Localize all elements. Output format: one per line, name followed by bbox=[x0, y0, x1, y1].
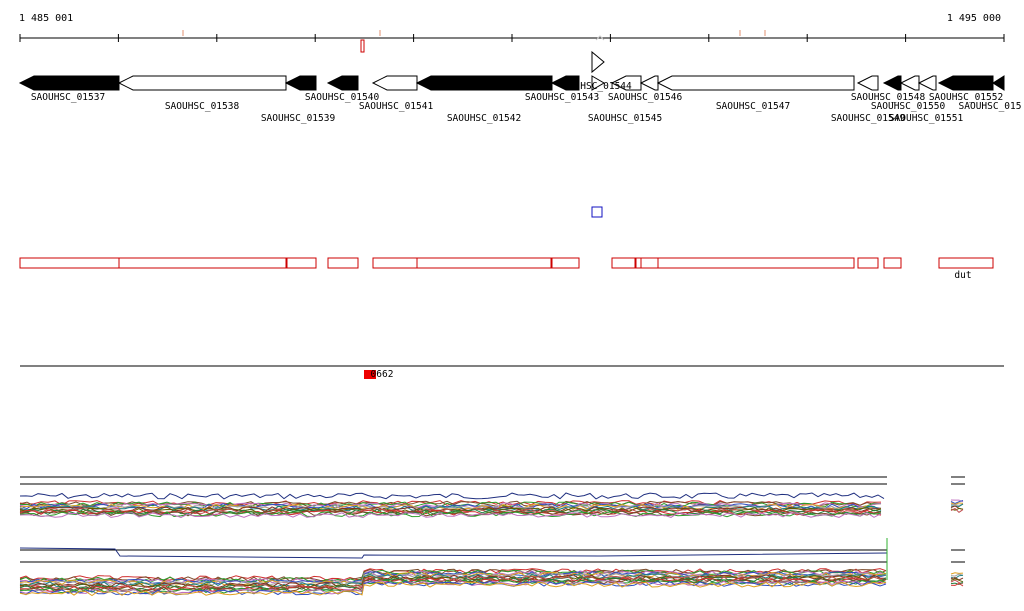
gene-arrow[interactable] bbox=[326, 75, 359, 91]
feature-label-dut: dut bbox=[954, 270, 972, 281]
gene-arrow[interactable] bbox=[992, 75, 1005, 91]
expression-curve bbox=[950, 572, 964, 575]
feature-box[interactable] bbox=[118, 257, 287, 269]
gene-label[interactable]: SAOUHSC_015 bbox=[959, 101, 1022, 112]
gene-label[interactable]: SAOUHSC_01542 bbox=[447, 113, 521, 124]
feature-box[interactable] bbox=[611, 257, 636, 269]
gene-arrow[interactable] bbox=[18, 75, 120, 91]
gene-arrow[interactable] bbox=[415, 75, 553, 91]
gene-arrow[interactable] bbox=[937, 75, 994, 91]
feature-box[interactable] bbox=[938, 257, 994, 269]
genome-browser-view: 1 485 001 1 495 000 SAOUHSC_01537 SAOUHSC… bbox=[0, 0, 1024, 611]
feature-box[interactable] bbox=[416, 257, 552, 269]
gene-label[interactable]: SAOUHSC_01551 bbox=[889, 113, 963, 124]
feature-box[interactable] bbox=[657, 257, 855, 269]
gene-arrow[interactable] bbox=[656, 75, 855, 91]
gene-label[interactable]: SAOUHSC_01539 bbox=[261, 113, 335, 124]
feature-box[interactable] bbox=[635, 257, 642, 269]
gene-label[interactable]: SAOUHSC_01537 bbox=[31, 92, 105, 103]
feature-box[interactable] bbox=[640, 257, 659, 269]
gene-arrow[interactable] bbox=[639, 75, 659, 91]
gene-label[interactable]: SAOUHSC_01541 bbox=[359, 101, 433, 112]
feature-box[interactable] bbox=[19, 257, 120, 269]
feature-box[interactable] bbox=[551, 257, 580, 269]
gene-arrow[interactable] bbox=[899, 75, 920, 91]
blue-feature-box[interactable] bbox=[591, 206, 603, 218]
gene-arrow[interactable] bbox=[371, 75, 418, 91]
feature-box[interactable] bbox=[857, 257, 879, 269]
gene-arrow-forward[interactable] bbox=[591, 50, 605, 74]
gene-label[interactable]: SAOUHSC_01546 bbox=[608, 92, 682, 103]
marker-label: 0662 bbox=[370, 369, 394, 380]
gene-label[interactable]: SAOUHSC_01538 bbox=[165, 101, 239, 112]
gene-arrow[interactable] bbox=[284, 75, 317, 91]
expression-curve bbox=[19, 492, 885, 500]
feature-box[interactable] bbox=[286, 257, 317, 269]
gene-label[interactable]: SAOUHSC_01547 bbox=[716, 101, 790, 112]
gene-label[interactable]: HSC_01544 bbox=[580, 81, 631, 92]
feature-box[interactable] bbox=[327, 257, 359, 269]
gene-arrow[interactable] bbox=[550, 75, 580, 91]
gene-arrow[interactable] bbox=[856, 75, 879, 91]
gene-arrow[interactable] bbox=[882, 75, 902, 91]
gene-label[interactable]: SAOUHSC_01543 bbox=[525, 92, 599, 103]
feature-box[interactable] bbox=[883, 257, 902, 269]
ruler-red-marker bbox=[360, 39, 365, 53]
gene-label[interactable]: SAOUHSC_01545 bbox=[588, 113, 662, 124]
gene-arrow[interactable] bbox=[117, 75, 287, 91]
feature-box[interactable] bbox=[372, 257, 418, 269]
gene-arrow[interactable] bbox=[917, 75, 937, 91]
